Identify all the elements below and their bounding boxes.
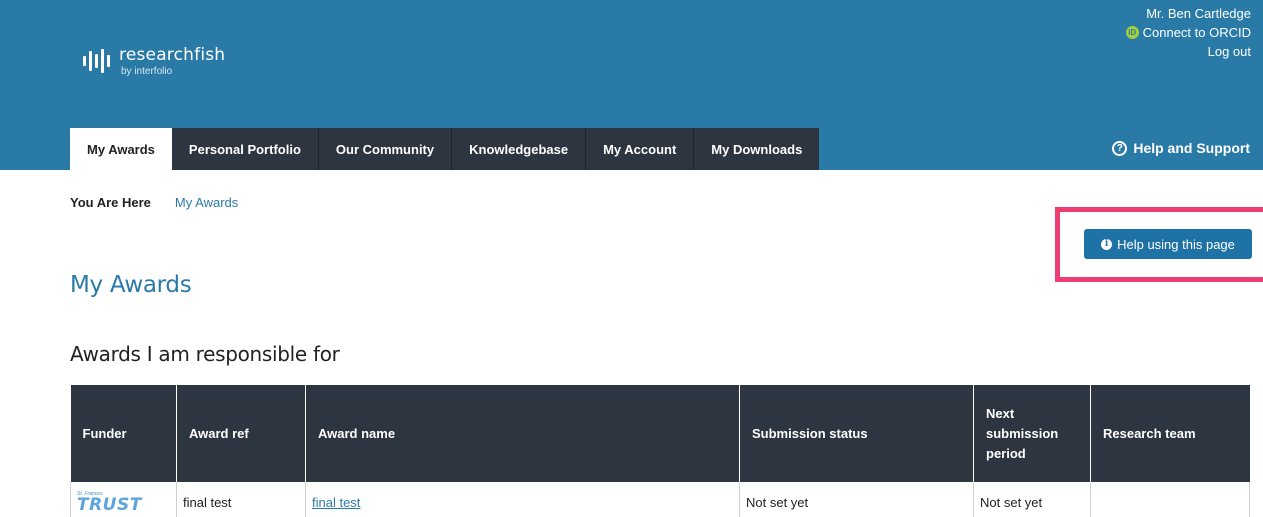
header-award-ref: Award ref bbox=[176, 385, 306, 482]
info-icon: i bbox=[1101, 238, 1113, 250]
logo-subtitle: by interfolio bbox=[121, 66, 173, 77]
help-and-support-link[interactable]: ? Help and Support bbox=[1112, 140, 1250, 156]
next-period-cell: Not set yet bbox=[973, 482, 1091, 517]
help-page-label: Help using this page bbox=[1117, 236, 1235, 252]
header-research-team: Research team bbox=[1090, 385, 1250, 482]
connect-orcid-link[interactable]: Connect to ORCID bbox=[1143, 23, 1251, 42]
tab-knowledgebase[interactable]: Knowledgebase bbox=[452, 128, 587, 170]
breadcrumb-label: You Are Here bbox=[70, 195, 151, 210]
awards-table: Funder Award ref Award name Submission s… bbox=[70, 385, 1250, 517]
header-next-period: Next submission period bbox=[973, 385, 1091, 482]
user-name: Mr. Ben Cartledge bbox=[1146, 6, 1251, 21]
funder-logo-text: TRUST bbox=[77, 494, 142, 515]
funder-cell: St. Frances TRUST bbox=[70, 482, 177, 517]
researchfish-logo[interactable]: researchfish by interfolio bbox=[83, 45, 225, 77]
page-title: My Awards bbox=[70, 272, 192, 298]
user-menu: Mr. Ben Cartledge iD Connect to ORCID Lo… bbox=[1125, 4, 1251, 61]
site-header: researchfish by interfolio Mr. Ben Cartl… bbox=[0, 0, 1263, 170]
help-support-label: Help and Support bbox=[1133, 140, 1250, 156]
breadcrumb-my-awards[interactable]: My Awards bbox=[175, 195, 238, 210]
section-title: Awards I am responsible for bbox=[70, 342, 340, 366]
tab-our-community[interactable]: Our Community bbox=[318, 128, 453, 170]
help-using-page-button[interactable]: i Help using this page bbox=[1084, 229, 1252, 259]
tab-my-awards[interactable]: My Awards bbox=[70, 128, 172, 170]
header-award-name: Award name bbox=[305, 385, 740, 482]
tab-my-downloads[interactable]: My Downloads bbox=[694, 128, 820, 170]
table-header-row: Funder Award ref Award name Submission s… bbox=[70, 385, 1250, 482]
logo-name: researchfish bbox=[119, 45, 226, 65]
table-row: St. Frances TRUST final test final test … bbox=[70, 482, 1250, 517]
research-team-cell bbox=[1090, 482, 1250, 517]
tab-personal-portfolio[interactable]: Personal Portfolio bbox=[171, 128, 319, 170]
award-name-cell: final test bbox=[305, 482, 740, 517]
tab-my-account[interactable]: My Account bbox=[586, 128, 695, 170]
funder-logo: St. Frances TRUST bbox=[77, 491, 170, 515]
submission-status-cell: Not set yet bbox=[739, 482, 974, 517]
award-ref-cell: final test bbox=[176, 482, 306, 517]
main-nav: My Awards Personal Portfolio Our Communi… bbox=[70, 128, 820, 170]
logo-bars-icon bbox=[83, 48, 110, 74]
orcid-icon: iD bbox=[1125, 26, 1139, 39]
header-funder: Funder bbox=[70, 385, 177, 482]
breadcrumb: You Are Here My Awards bbox=[70, 195, 238, 210]
question-circle-icon: ? bbox=[1112, 140, 1128, 156]
logout-link[interactable]: Log out bbox=[1208, 44, 1251, 59]
header-submission-status: Submission status bbox=[739, 385, 974, 482]
award-name-link[interactable]: final test bbox=[312, 495, 360, 510]
